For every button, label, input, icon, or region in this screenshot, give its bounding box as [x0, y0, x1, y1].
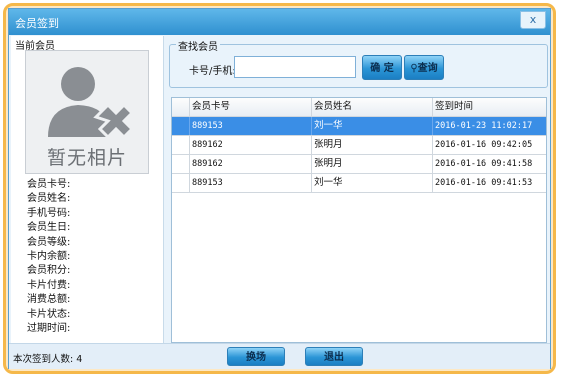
- field-card-status: 卡片状态:: [27, 308, 71, 320]
- cell-card: 889153: [189, 117, 311, 135]
- cell-time: 2016-01-16 09:42:05: [432, 136, 546, 154]
- cell-name: 张明月: [311, 155, 432, 173]
- search-icon: ⚲: [410, 63, 418, 74]
- card-phone-label: 卡号/手机:: [189, 66, 236, 77]
- member-photo: 暂无相片: [25, 50, 149, 174]
- close-button[interactable]: x: [520, 11, 546, 29]
- query-button[interactable]: ⚲查询: [404, 55, 444, 80]
- cell-name: 刘一华: [311, 117, 432, 135]
- table-row[interactable]: 889153 刘一华 2016-01-23 11:02:17: [172, 117, 546, 136]
- field-card-number: 会员卡号:: [27, 179, 71, 190]
- column-header-time[interactable]: 签到时间: [432, 98, 546, 116]
- field-balance: 卡内余额:: [27, 250, 71, 262]
- cell-name: 张明月: [311, 136, 432, 154]
- column-header-card[interactable]: 会员卡号: [189, 98, 311, 116]
- checkin-count: 本次签到人数: 4: [13, 351, 82, 365]
- column-header-name[interactable]: 会员姓名: [311, 98, 432, 116]
- row-indicator: [172, 136, 189, 154]
- user-silhouette-icon: [48, 67, 135, 140]
- checkin-count-label: 本次签到人数:: [13, 354, 74, 365]
- cell-card: 889153: [189, 174, 311, 192]
- table-row[interactable]: 889162 张明月 2016-01-16 09:41:58: [172, 155, 546, 174]
- cell-time: 2016-01-23 11:02:17: [432, 117, 546, 135]
- title-bar[interactable]: 会员签到 x: [9, 9, 550, 35]
- table-header: 会员卡号 会员姓名 签到时间: [172, 98, 546, 117]
- field-member-name: 会员姓名:: [27, 193, 71, 205]
- member-checkin-window: 会员签到 x 当前会员 暂无相片 会员卡号: 会员姓名: 手机号码: 会员生日:…: [8, 8, 551, 369]
- cell-card: 889162: [189, 155, 311, 173]
- checkin-count-value: 4: [76, 354, 83, 365]
- row-indicator: [172, 174, 189, 192]
- field-level: 会员等级:: [27, 236, 71, 248]
- cell-time: 2016-01-16 09:41:58: [432, 155, 546, 173]
- field-total-spend: 消费总额:: [27, 294, 71, 306]
- exit-button[interactable]: 退出: [305, 347, 363, 366]
- window-title: 会员签到: [15, 17, 59, 30]
- member-info-fields: 会员卡号: 会员姓名: 手机号码: 会员生日: 会员等级: 卡内余额: 会员积分…: [27, 178, 70, 336]
- row-indicator-header: [172, 98, 189, 116]
- switch-venue-button[interactable]: 换场: [227, 347, 285, 366]
- confirm-button[interactable]: 确 定: [362, 55, 402, 80]
- field-birthday: 会员生日:: [27, 222, 71, 234]
- field-phone: 手机号码:: [27, 207, 71, 219]
- table-row[interactable]: 889153 刘一华 2016-01-16 09:41:53: [172, 174, 546, 193]
- row-indicator: [172, 117, 189, 135]
- row-indicator: [172, 155, 189, 173]
- current-member-panel: 当前会员 暂无相片 会员卡号: 会员姓名: 手机号码: 会员生日: 会员等级: …: [11, 36, 164, 343]
- photo-placeholder-text: 暂无相片: [46, 147, 127, 169]
- find-member-title: 查找会员: [176, 38, 220, 53]
- table-row[interactable]: 889162 张明月 2016-01-16 09:42:05: [172, 136, 546, 155]
- cell-name: 刘一华: [311, 174, 432, 192]
- footer-bar: 本次签到人数: 4 换场 退出: [9, 343, 550, 369]
- checkin-table[interactable]: 会员卡号 会员姓名 签到时间 889153 刘一华 2016-01-23 11:…: [171, 97, 547, 343]
- field-card-fee: 卡片付费:: [27, 279, 71, 291]
- cell-time: 2016-01-16 09:41:53: [432, 174, 546, 192]
- card-phone-input[interactable]: [234, 56, 356, 78]
- cell-card: 889162: [189, 136, 311, 154]
- field-expiry: 过期时间:: [27, 322, 71, 334]
- field-points: 会员积分:: [27, 265, 71, 277]
- query-button-label: 查询: [417, 63, 438, 74]
- find-member-group: 查找会员 卡号/手机: 确 定 ⚲查询: [169, 38, 548, 88]
